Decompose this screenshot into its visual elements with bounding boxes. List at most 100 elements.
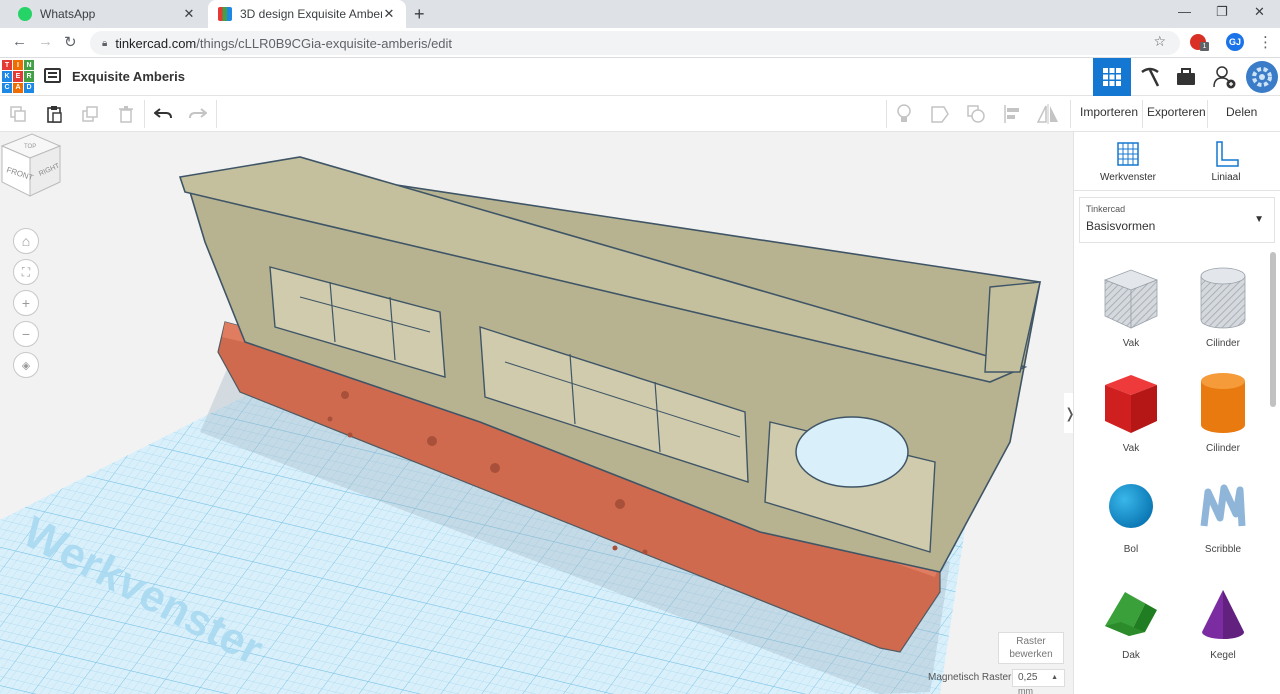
viewcube-top-label: TOP xyxy=(24,144,36,150)
maximize-icon[interactable]: ❐ xyxy=(1216,4,1228,20)
add-user-icon xyxy=(1213,66,1236,89)
shape-sphere[interactable]: Bol xyxy=(1086,482,1176,555)
ruler-tool[interactable]: Liniaal xyxy=(1186,140,1266,183)
plus-icon: + xyxy=(21,295,31,311)
fit-view-button[interactable]: ⛶ xyxy=(13,259,39,285)
tab-tinkercad[interactable]: 3D design Exquisite Amberis | Tinkercad … xyxy=(208,0,406,28)
snap-grid-select[interactable]: 0,25 ▲ xyxy=(1012,669,1065,687)
duplicate-icon xyxy=(82,106,98,122)
user-avatar[interactable] xyxy=(1243,58,1280,96)
lightbulb-icon xyxy=(897,104,911,122)
shapes-panel: Werkvenster Liniaal Tinkercad Basisvorme… xyxy=(1073,132,1280,694)
design-title[interactable]: Exquisite Amberis xyxy=(72,69,185,84)
menu-kebab-icon[interactable]: ⋮ xyxy=(1258,33,1273,51)
cylinder-hole-icon xyxy=(1200,267,1246,329)
back-icon[interactable]: ← xyxy=(12,33,27,50)
notes-button[interactable] xyxy=(886,96,922,132)
group-button[interactable] xyxy=(922,96,958,132)
cone-icon xyxy=(1202,590,1244,639)
snap-grid-label: Magnetisch Raster xyxy=(928,672,1012,683)
model-headlight-hole xyxy=(795,416,909,488)
blocks-button[interactable] xyxy=(1131,58,1169,96)
tab-whatsapp[interactable]: WhatsApp ✕ xyxy=(8,0,206,28)
shape-cylinder-hole[interactable]: Cilinder xyxy=(1178,266,1268,349)
roof-icon xyxy=(1105,592,1157,636)
home-view-button[interactable]: ⌂ xyxy=(13,228,39,254)
pickaxe-icon xyxy=(1141,67,1160,87)
shape-grid: Vak Cilinder Vak Cilinder Bol Scribble D… xyxy=(1074,250,1270,694)
fit-icon: ⛶ xyxy=(21,264,31,279)
address-bar[interactable]: 🔒︎ tinkercad.com/things/cLLR0B9CGia-exqu… xyxy=(90,31,1180,55)
copy-button[interactable] xyxy=(0,96,36,132)
invite-user-button[interactable] xyxy=(1205,58,1243,96)
tab-title: WhatsApp xyxy=(40,7,96,21)
group-icon xyxy=(931,106,949,123)
ungroup-icon xyxy=(967,105,985,123)
panel-scrollbar[interactable] xyxy=(1270,252,1276,407)
sphere-icon xyxy=(1109,484,1153,528)
url-host: tinkercad.com xyxy=(115,35,197,51)
paste-button[interactable] xyxy=(36,96,72,132)
tinkercad-logo[interactable]: T I N K E R C A D xyxy=(2,60,34,93)
shape-cylinder[interactable]: Cilinder xyxy=(1178,371,1268,454)
share-button[interactable]: Delen xyxy=(1226,105,1257,119)
minus-icon: − xyxy=(21,326,31,342)
library-group-label: Tinkercad xyxy=(1086,204,1126,214)
perspective-icon: ◈ xyxy=(21,359,31,372)
cylinder-icon xyxy=(1201,373,1245,433)
delete-button[interactable] xyxy=(108,96,144,132)
workplane-tool[interactable]: Werkvenster xyxy=(1088,140,1168,183)
snap-grid-unit: mm xyxy=(1018,686,1033,694)
mirror-icon xyxy=(1037,104,1058,124)
shape-box[interactable]: Vak xyxy=(1086,371,1176,454)
profile-avatar[interactable]: GJ xyxy=(1226,33,1244,51)
align-button[interactable] xyxy=(994,96,1030,132)
undo-button[interactable] xyxy=(145,96,181,132)
export-button[interactable]: Exporteren xyxy=(1147,105,1206,119)
3d-view-button[interactable] xyxy=(1093,58,1131,96)
url-path: /things/cLLR0B9CGia-exquisite-amberis/ed… xyxy=(196,35,453,51)
perspective-button[interactable]: ◈ xyxy=(13,352,39,378)
trash-icon xyxy=(119,106,133,123)
grid-view-icon xyxy=(1103,68,1121,86)
mirror-button[interactable] xyxy=(1030,96,1066,132)
bookmark-star-icon[interactable]: ☆ xyxy=(1153,33,1166,50)
import-button[interactable]: Importeren xyxy=(1080,105,1138,119)
library-name: Basisvormen xyxy=(1086,219,1156,233)
shape-box-hole[interactable]: Vak xyxy=(1086,266,1176,349)
bricks-button[interactable] xyxy=(1167,58,1205,96)
workplane-scene[interactable]: Werkvenster xyxy=(0,132,1073,694)
zoom-out-button[interactable]: − xyxy=(13,321,39,347)
zoom-in-button[interactable]: + xyxy=(13,290,39,316)
avatar-gear-icon xyxy=(1246,61,1278,93)
app-header: T I N K E R C A D Exquisite Amberis xyxy=(0,58,1280,96)
shape-library-select[interactable]: Tinkercad Basisvormen ▼ xyxy=(1079,197,1275,243)
reload-icon[interactable]: ↻ xyxy=(64,33,77,51)
briefcase-icon xyxy=(1177,68,1195,85)
close-icon[interactable]: ✕ xyxy=(182,6,196,22)
new-tab-icon[interactable]: + xyxy=(414,4,425,25)
shape-roof[interactable]: Dak xyxy=(1086,588,1176,661)
shape-scribble[interactable]: Scribble xyxy=(1178,482,1268,555)
redo-button[interactable] xyxy=(180,96,216,132)
3d-viewport[interactable]: Werkvenster TOP FRONT RIGHT ⌂ ⛶ + − ◈ Ra… xyxy=(0,132,1073,694)
lock-icon: 🔒︎ xyxy=(102,37,108,49)
duplicate-button[interactable] xyxy=(72,96,108,132)
browser-toolbar: ← → ↻ 🔒︎ tinkercad.com/things/cLLR0B9CGi… xyxy=(0,28,1280,58)
workplane-icon xyxy=(1117,142,1139,166)
tinkercad-icon xyxy=(218,7,232,21)
box-hole-icon xyxy=(1103,269,1159,329)
close-icon[interactable]: ✕ xyxy=(382,6,396,22)
caret-up-icon: ▲ xyxy=(1051,674,1058,681)
align-icon xyxy=(1004,105,1019,123)
shape-cone[interactable]: Kegel xyxy=(1178,588,1268,661)
design-list-icon[interactable] xyxy=(44,68,61,83)
view-cube[interactable]: TOP FRONT RIGHT xyxy=(0,132,62,198)
edit-grid-button[interactable]: Raster bewerken xyxy=(998,632,1064,664)
forward-icon[interactable]: → xyxy=(38,33,53,50)
undo-icon xyxy=(154,108,172,119)
ungroup-button[interactable] xyxy=(958,96,994,132)
extension-badge: 1 xyxy=(1200,42,1209,51)
close-window-icon[interactable]: ✕ xyxy=(1254,4,1265,20)
minimize-icon[interactable]: — xyxy=(1178,4,1191,19)
